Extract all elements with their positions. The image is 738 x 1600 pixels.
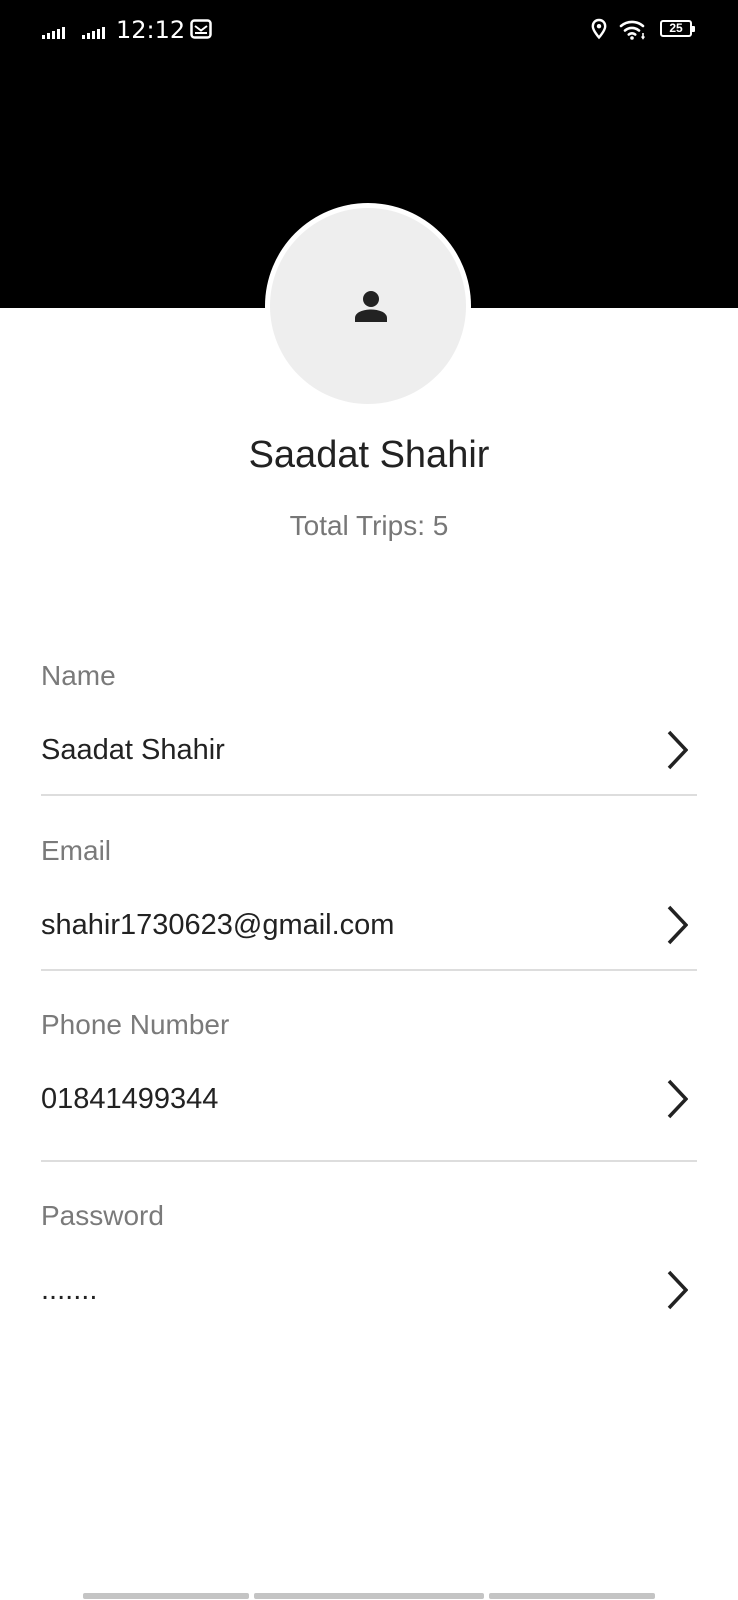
email-label: Email bbox=[41, 835, 112, 866]
wifi-icon bbox=[619, 20, 645, 40]
divider bbox=[41, 969, 697, 971]
status-bar: 12:12 25 bbox=[0, 0, 738, 60]
divider bbox=[41, 794, 697, 796]
mail-icon bbox=[190, 19, 212, 39]
avatar[interactable] bbox=[265, 203, 471, 409]
chevron-right-icon[interactable] bbox=[657, 726, 697, 774]
avatar-circle bbox=[270, 208, 466, 404]
nav-bar-segment bbox=[489, 1593, 655, 1599]
email-field[interactable]: Email shahir1730623@gmail.com bbox=[41, 833, 697, 945]
nav-bar-segment bbox=[83, 1593, 249, 1599]
total-trips: Total Trips: 5 bbox=[289, 510, 449, 541]
nav-bar-segment bbox=[254, 1593, 484, 1599]
phone-value: 01841499344 bbox=[41, 1083, 219, 1115]
location-icon bbox=[591, 18, 607, 40]
name-value: Saadat Shahir bbox=[41, 734, 225, 766]
chevron-right-icon[interactable] bbox=[657, 1266, 697, 1314]
email-value: shahir1730623@gmail.com bbox=[41, 909, 395, 941]
profile-name: Saadat Shahir bbox=[248, 434, 490, 476]
chevron-right-icon[interactable] bbox=[657, 901, 697, 949]
name-field[interactable]: Name Saadat Shahir bbox=[41, 658, 697, 770]
phone-label: Phone Number bbox=[41, 1009, 230, 1040]
password-field[interactable]: Password ....... bbox=[41, 1198, 697, 1310]
password-value: ....... bbox=[41, 1274, 98, 1306]
battery-level: 25 bbox=[669, 21, 683, 35]
chevron-right-icon[interactable] bbox=[657, 1075, 697, 1123]
divider bbox=[41, 1160, 697, 1162]
phone-field[interactable]: Phone Number 01841499344 bbox=[41, 1007, 697, 1119]
password-label: Password bbox=[41, 1200, 164, 1231]
battery-icon: 25 bbox=[660, 20, 695, 37]
name-label: Name bbox=[41, 660, 116, 691]
signal-icon bbox=[42, 27, 65, 39]
signal-icon bbox=[82, 27, 105, 39]
person-icon bbox=[355, 291, 387, 322]
status-time: 12:12 bbox=[116, 16, 186, 44]
